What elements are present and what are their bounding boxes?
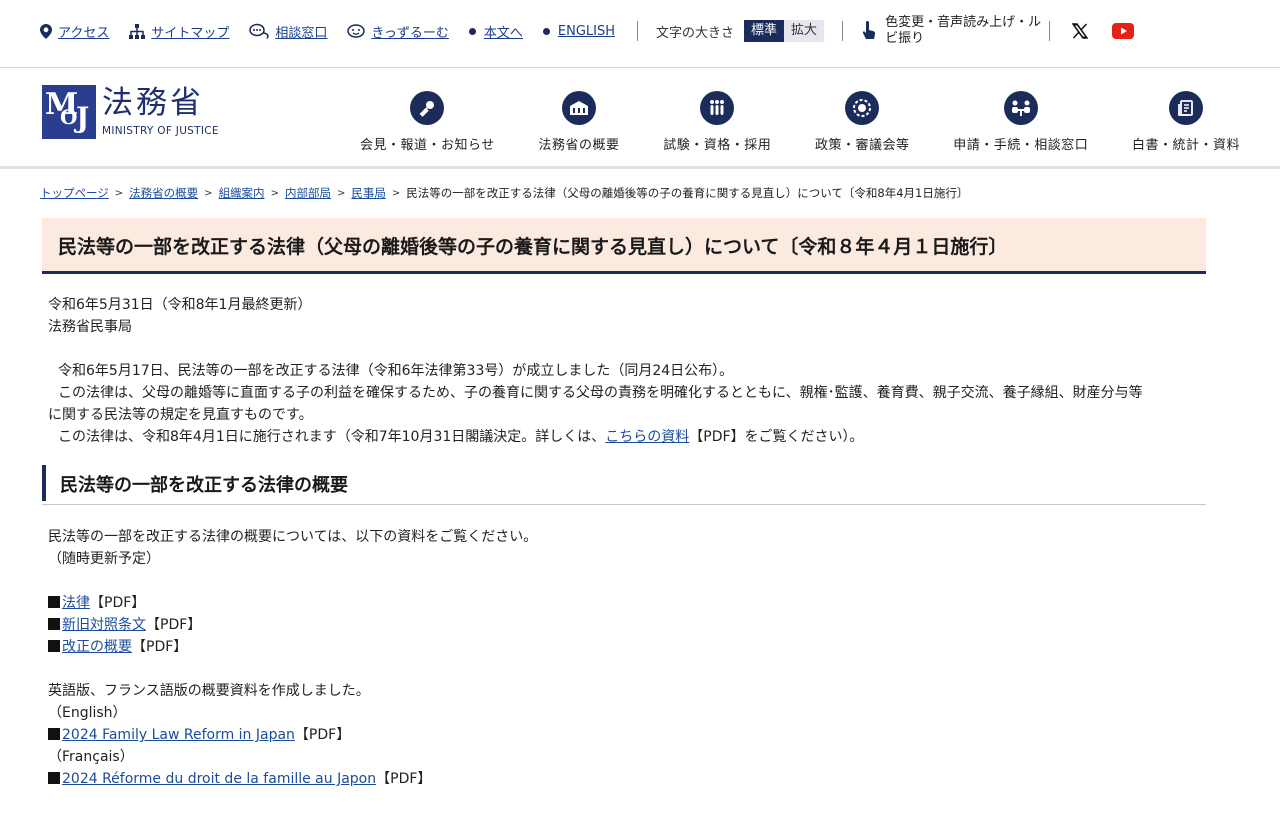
microphone-icon [410,91,445,125]
doc-item: 2024 Réforme du droit de la famille au J… [48,768,1198,790]
sns-links [1072,23,1135,39]
nav-exams[interactable]: 試験・資格・採用 [663,91,771,153]
intro-paragraph-2a: この法律は、父母の離婚等に直面する子の利益を確保するため、子の養育に関する父母の… [58,385,1143,401]
chevron-right-icon: > [204,187,213,199]
divider [842,21,844,41]
nav-press[interactable]: 会見・報道・お知らせ [360,91,495,153]
nav-applications[interactable]: 申請・手続・相談窓口 [953,91,1088,153]
square-bullet-icon [48,772,60,784]
foreign-lead: 英語版、フランス語版の概要資料を作成しました。 [48,683,370,699]
skip-to-content-link[interactable]: 本文へ [468,22,523,41]
breadcrumb-top[interactable]: トップページ [40,185,109,201]
square-bullet-icon [48,618,60,630]
square-bullet-icon [48,728,60,740]
page-title: 民法等の一部を改正する法律（父母の離婚後等の子の養育に関する見直し）について〔令… [42,218,1206,274]
intro-paragraph-3: この法律は、令和8年4月1日に施行されます（令和7年10月31日閣議決定。詳しく… [58,429,864,445]
doc-item: 改正の概要【PDF】 [48,636,1198,658]
logo-en: MINISTRY OF JUSTICE [102,125,219,137]
english-link[interactable]: ENGLISH [542,24,615,39]
bullet-icon [542,27,550,35]
people-icon [700,91,735,125]
details-link[interactable]: こちらの資料 [605,429,689,445]
publish-date: 令和6年5月31日（令和8年1月最終更新） [48,297,312,313]
breadcrumb-civil-affairs[interactable]: 民事局 [351,185,386,201]
breadcrumb-current: 民法等の一部を改正する法律（父母の離婚後等の子の養育に関する見直し）について〔令… [406,186,969,200]
font-size-large-button[interactable]: 拡大 [784,20,825,42]
consultation-icon [1003,91,1038,125]
doc-item: 新旧対照条文【PDF】 [48,614,1198,636]
doc-item: 2024 Family Law Reform in Japan【PDF】 [48,724,1198,746]
doc-link-french[interactable]: 2024 Réforme du droit de la famille au J… [62,771,376,787]
french-label: （Français） [48,749,134,765]
access-link[interactable]: アクセス [40,22,109,41]
consultation-link[interactable]: 相談窓口 [249,22,327,41]
square-bullet-icon [48,596,60,608]
logo-jp: 法務省 [102,85,204,121]
logo-text: 法務省 MINISTRY OF JUSTICE [102,85,219,137]
section-note: （随時更新予定） [48,551,160,567]
nav-about[interactable]: 法務省の概要 [538,91,619,153]
intro-paragraph-2b: に関する民法等の規定を見直すものです。 [48,407,313,423]
hand-pointer-icon [862,21,876,39]
global-nav: 会見・報道・お知らせ 法務省の概要 試験・資格・採用 政策・審議会等 申請・手続… [360,91,1240,153]
site-logo[interactable]: M O J 法務省 MINISTRY OF JUSTICE [42,85,219,139]
kids-icon [347,24,366,38]
doc-link-law[interactable]: 法律 [62,595,90,611]
section-lead: 民法等の一部を改正する法律の概要については、以下の資料をご覧ください。 [48,529,538,545]
building-icon [561,91,596,125]
intro-paragraph-1: 令和6年5月17日、民法等の一部を改正する法律（令和6年法律第33号）が成立しま… [58,363,734,379]
kids-room-link[interactable]: きっずるーむ [347,22,449,41]
sitemap-link[interactable]: サイトマップ [129,22,229,41]
youtube-icon[interactable] [1112,23,1135,39]
utility-links: アクセス サイトマップ 相談窓口 きっずるーむ 本文へ ENGLISH 文字の大… [40,14,1135,48]
doc-link-english[interactable]: 2024 Family Law Reform in Japan [62,727,295,743]
map-pin-icon [40,23,52,39]
font-size-standard-button[interactable]: 標準 [744,20,785,42]
section-content: 民法等の一部を改正する法律の概要については、以下の資料をご覧ください。 （随時更… [48,526,1198,790]
chevron-right-icon: > [336,187,346,199]
chat-icon [249,23,270,39]
square-bullet-icon [48,640,60,652]
chevron-right-icon: > [270,187,279,199]
nav-publications[interactable]: 白書・統計・資料 [1132,91,1240,153]
breadcrumb-internal[interactable]: 内部部局 [285,185,331,201]
document-icon [1168,91,1203,125]
doc-link-overview[interactable]: 改正の概要 [62,639,132,655]
section-heading: 民法等の一部を改正する法律の概要 [42,465,1206,505]
x-icon[interactable] [1072,23,1089,39]
site-header: M O J 法務省 MINISTRY OF JUSTICE 会見・報道・お知らせ… [0,69,1280,169]
font-size-label: 文字の大きさ [656,25,735,41]
moj-logo-mark: M O J [42,85,96,139]
heading-accent-bar [42,465,46,501]
chevron-right-icon: > [391,187,401,199]
english-label: （English） [48,705,127,721]
gear-circle-icon [845,91,880,125]
nav-policy[interactable]: 政策・審議会等 [815,91,910,153]
breadcrumb-organization[interactable]: 組織案内 [219,185,265,201]
department: 法務省民事局 [48,319,132,335]
breadcrumb-about[interactable]: 法務省の概要 [129,185,198,201]
doc-link-comparison[interactable]: 新旧対照条文 [62,617,146,633]
doc-item: 法律【PDF】 [48,592,1198,614]
bullet-icon [468,27,476,35]
accessibility-assist-link[interactable]: 色変更・音声読み上げ・ルビ振り [861,15,1045,47]
utility-bar: アクセス サイトマップ 相談窓口 きっずるーむ 本文へ ENGLISH 文字の大… [0,0,1280,68]
divider [1049,21,1051,41]
section-heading-text: 民法等の一部を改正する法律の概要 [60,475,348,496]
sitemap-icon [129,23,146,39]
chevron-right-icon: > [114,187,124,199]
breadcrumb: トップページ > 法務省の概要 > 組織案内 > 内部部局 > 民事局 > 民法… [40,185,968,201]
divider [637,21,639,41]
intro-content: 令和6年5月31日（令和8年1月最終更新） 法務省民事局 令和6年5月17日、民… [48,294,1198,448]
